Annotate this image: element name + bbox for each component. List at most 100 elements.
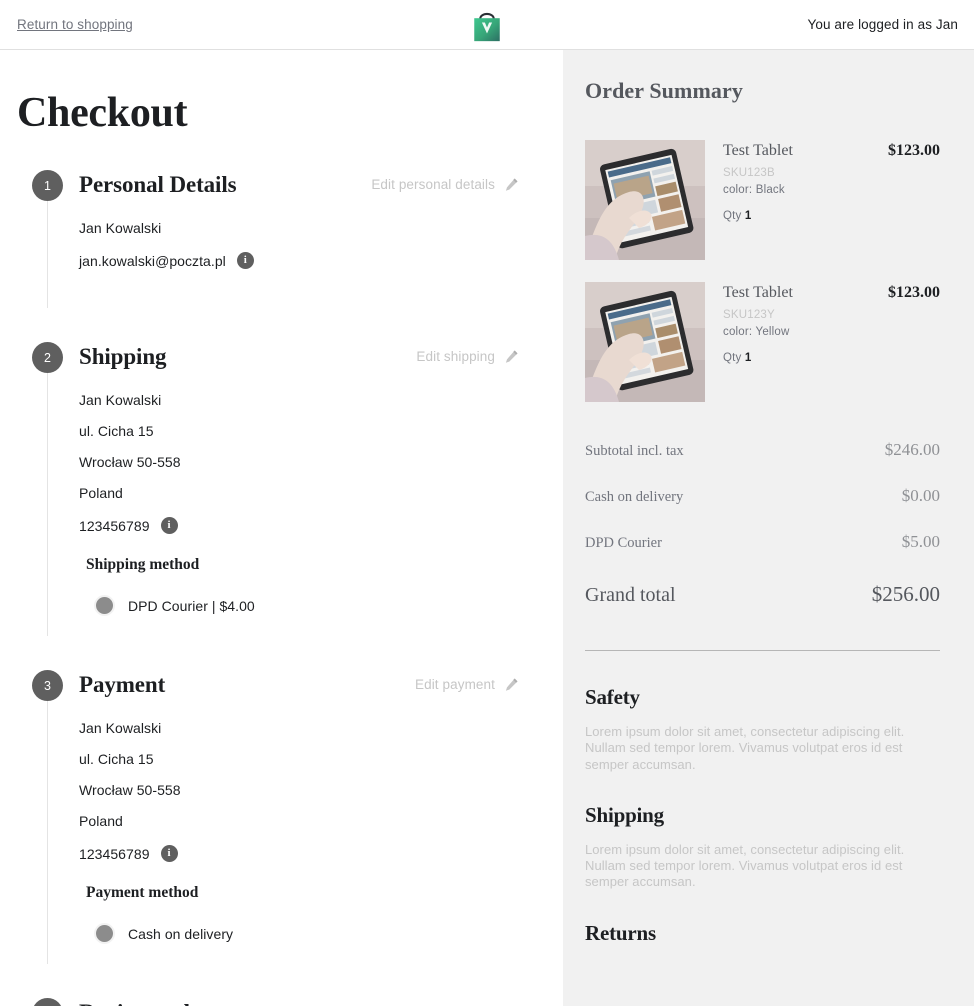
step-personal-details: 1 Personal Details Edit personal details <box>17 168 541 308</box>
order-summary-item: Test Tablet $123.00 SKU123B color: Black… <box>585 140 940 260</box>
return-to-shopping-link[interactable]: Return to shopping <box>17 17 133 32</box>
total-row-shipping: DPD Courier $5.00 <box>585 532 940 552</box>
billing-name: Jan Kowalski <box>79 721 541 735</box>
checkout-steps: 1 Personal Details Edit personal details <box>17 168 541 1006</box>
order-item-info: Test Tablet $123.00 SKU123Y color: Yello… <box>723 282 940 402</box>
grand-total-value: $256.00 <box>871 582 940 606</box>
edit-payment-button[interactable]: Edit payment <box>415 677 519 692</box>
shipping-method-title: Shipping method <box>86 556 200 573</box>
billing-phone: 123456789 i <box>79 845 541 862</box>
edit-shipping-button[interactable]: Edit shipping <box>416 349 519 364</box>
value-text: Jan Kowalski <box>79 720 162 736</box>
edit-label: Edit payment <box>415 677 495 692</box>
qty-value: 1 <box>744 210 752 222</box>
info-block-shipping: Shipping Lorem ipsum dolor sit amet, con… <box>585 803 940 891</box>
info-heading: Safety <box>585 685 640 709</box>
payment-method-label: Cash on delivery <box>128 925 234 942</box>
billing-street: ul. Cicha 15 <box>79 752 541 766</box>
info-blocks: Safety Lorem ipsum dolor sit amet, conse… <box>563 651 974 946</box>
shopping-bag-logo[interactable] <box>469 6 505 44</box>
radio-selected-icon[interactable] <box>96 597 113 614</box>
step-header: Review order <box>79 996 541 1006</box>
step-title: Personal Details <box>79 171 237 197</box>
radio-selected-icon[interactable] <box>96 925 113 942</box>
step-body: Jan Kowalski ul. Cicha 15 Wrocław 50-558… <box>79 701 541 942</box>
info-block-safety: Safety Lorem ipsum dolor sit amet, conse… <box>585 685 940 773</box>
step-connector-line <box>47 373 48 636</box>
payment-method-title: Payment method <box>86 884 199 901</box>
product-attribute: color: Black <box>723 184 785 196</box>
edit-personal-details-button[interactable]: Edit personal details <box>371 177 519 192</box>
pencil-icon <box>504 677 519 692</box>
shipping-name: Jan Kowalski <box>79 393 541 407</box>
value-text: Poland <box>79 485 123 501</box>
step-number-badge: 3 <box>32 670 63 701</box>
shipping-phone: 123456789 i <box>79 517 541 534</box>
total-value: $5.00 <box>901 532 940 551</box>
customer-name: Jan Kowalski <box>79 221 541 235</box>
qty-value: 1 <box>744 352 752 364</box>
order-totals: Subtotal incl. tax $246.00 Cash on deliv… <box>585 440 940 607</box>
page-title: Checkout <box>17 90 188 136</box>
shipping-city: Wrocław 50-558 <box>79 455 541 469</box>
step-body: Jan Kowalski ul. Cicha 15 Wrocław 50-558… <box>79 373 541 614</box>
order-item-top: Test Tablet $123.00 <box>723 284 940 302</box>
info-heading: Returns <box>585 920 656 945</box>
total-value: $0.00 <box>901 486 940 505</box>
total-label: Cash on delivery <box>585 489 684 505</box>
step-connector-line <box>47 701 48 964</box>
value-text: 123456789 <box>79 845 150 862</box>
shipping-method-option[interactable]: DPD Courier | $4.00 <box>96 597 541 614</box>
step-body: Jan Kowalski jan.kowalski@poczta.pl i <box>79 201 541 269</box>
grand-total-row: Grand total $256.00 <box>585 582 940 607</box>
order-summary-item: Test Tablet $123.00 SKU123Y color: Yello… <box>585 282 940 402</box>
value-text: Jan Kowalski <box>79 392 162 408</box>
value-text: Jan Kowalski <box>79 220 162 236</box>
value-text: jan.kowalski@poczta.pl <box>79 252 226 269</box>
step-spacer <box>17 620 541 668</box>
tablet-photo <box>585 282 705 402</box>
checkout-body: Checkout 1 Personal Details Edit persona… <box>0 50 974 1006</box>
product-sku: SKU123Y <box>723 309 775 321</box>
product-attribute: color: Yellow <box>723 326 790 338</box>
billing-country: Poland <box>79 814 541 828</box>
logged-in-status: You are logged in as Jan <box>807 17 958 32</box>
total-label: DPD Courier <box>585 535 662 551</box>
info-icon[interactable]: i <box>160 845 178 862</box>
info-block-returns: Returns <box>585 921 940 946</box>
info-icon[interactable]: i <box>236 252 254 269</box>
value-text: Wrocław 50-558 <box>79 782 181 798</box>
pencil-icon <box>504 349 519 364</box>
order-summary-title: Order Summary <box>585 78 743 103</box>
step-header: Shipping Edit shipping <box>79 340 541 373</box>
total-value: $246.00 <box>884 440 940 459</box>
site-header: Return to shopping You are logged in as … <box>0 0 974 50</box>
step-number-badge: 1 <box>32 170 63 201</box>
checkout-page: Return to shopping You are logged in as … <box>0 0 974 1006</box>
step-spacer <box>17 948 541 996</box>
step-shipping: 2 Shipping Edit shipping Jan Kowalski ul… <box>17 340 541 636</box>
shipping-country: Poland <box>79 486 541 500</box>
step-payment: 3 Payment Edit payment Jan Kowalski ul. … <box>17 668 541 964</box>
product-price: $123.00 <box>888 142 940 159</box>
product-price: $123.00 <box>888 284 940 301</box>
step-spacer <box>17 292 541 340</box>
step-title: Payment <box>79 671 166 697</box>
product-quantity: Qty 1 <box>723 210 940 222</box>
info-paragraph: Lorem ipsum dolor sit amet, consectetur … <box>585 724 905 772</box>
step-number-badge: 4 <box>32 998 63 1006</box>
total-row-subtotal: Subtotal incl. tax $246.00 <box>585 440 940 460</box>
value-text: ul. Cicha 15 <box>79 751 154 767</box>
product-name: Test Tablet <box>723 284 793 301</box>
tablet-photo <box>585 140 705 260</box>
product-sku: SKU123B <box>723 167 775 179</box>
total-row-payment: Cash on delivery $0.00 <box>585 486 940 506</box>
payment-method-option[interactable]: Cash on delivery <box>96 925 541 942</box>
qty-label: Qty <box>723 210 742 222</box>
step-title: Shipping <box>79 343 167 369</box>
info-icon[interactable]: i <box>160 517 178 534</box>
step-header: Payment Edit payment <box>79 668 541 701</box>
value-text: Wrocław 50-558 <box>79 454 181 470</box>
shipping-method-label: DPD Courier | $4.00 <box>128 597 255 614</box>
value-text: ul. Cicha 15 <box>79 423 154 439</box>
